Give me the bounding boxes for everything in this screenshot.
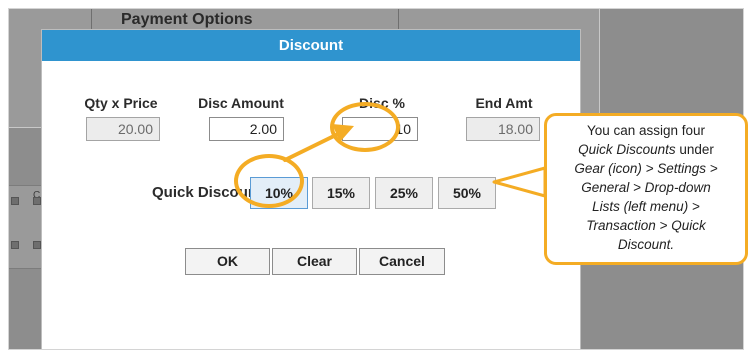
ok-button[interactable]: OK [185,248,270,275]
end-amt-label: End Amt [475,95,533,111]
callout-line: Transaction > Quick [586,218,706,233]
end-amt-field: 18.00 [466,117,540,141]
clear-button[interactable]: Clear [272,248,357,275]
disc-amount-label: Disc Amount [198,95,284,111]
callout-emphasis: Quick Discounts [578,142,676,157]
highlight-ring-disc-percent [330,102,400,152]
callout-line: Gear (icon) > Settings > [574,161,718,176]
discount-dialog: Discount Qty x Price Disc Amount Disc % … [41,29,581,349]
disc-amount-field[interactable]: 2.00 [209,117,284,141]
quick-discount-25-button[interactable]: 25% [375,177,433,209]
callout-text: under [675,142,714,157]
qty-price-field: 20.00 [86,117,160,141]
callout-line: You can assign four [586,123,706,138]
callout-bubble: You can assign four Quick Discounts unde… [544,113,748,265]
callout-line: Discount. [617,237,675,252]
background-checkbox [11,197,19,205]
background-checkbox [33,197,41,205]
highlight-ring-quick-10 [234,154,304,208]
payment-options-heading: Payment Options [121,11,253,28]
background-checkbox [33,241,41,249]
quick-discount-15-button[interactable]: 15% [312,177,370,209]
callout-line: General > Drop-down [581,180,711,195]
background-checkbox [11,241,19,249]
qty-price-label: Qty x Price [84,95,158,111]
callout-line: Quick Discounts under [555,140,737,159]
dialog-title-bar: Discount [42,30,580,61]
quick-discount-50-button[interactable]: 50% [438,177,496,209]
callout-line: Lists (left menu) > [592,199,700,214]
cancel-button[interactable]: Cancel [359,248,445,275]
